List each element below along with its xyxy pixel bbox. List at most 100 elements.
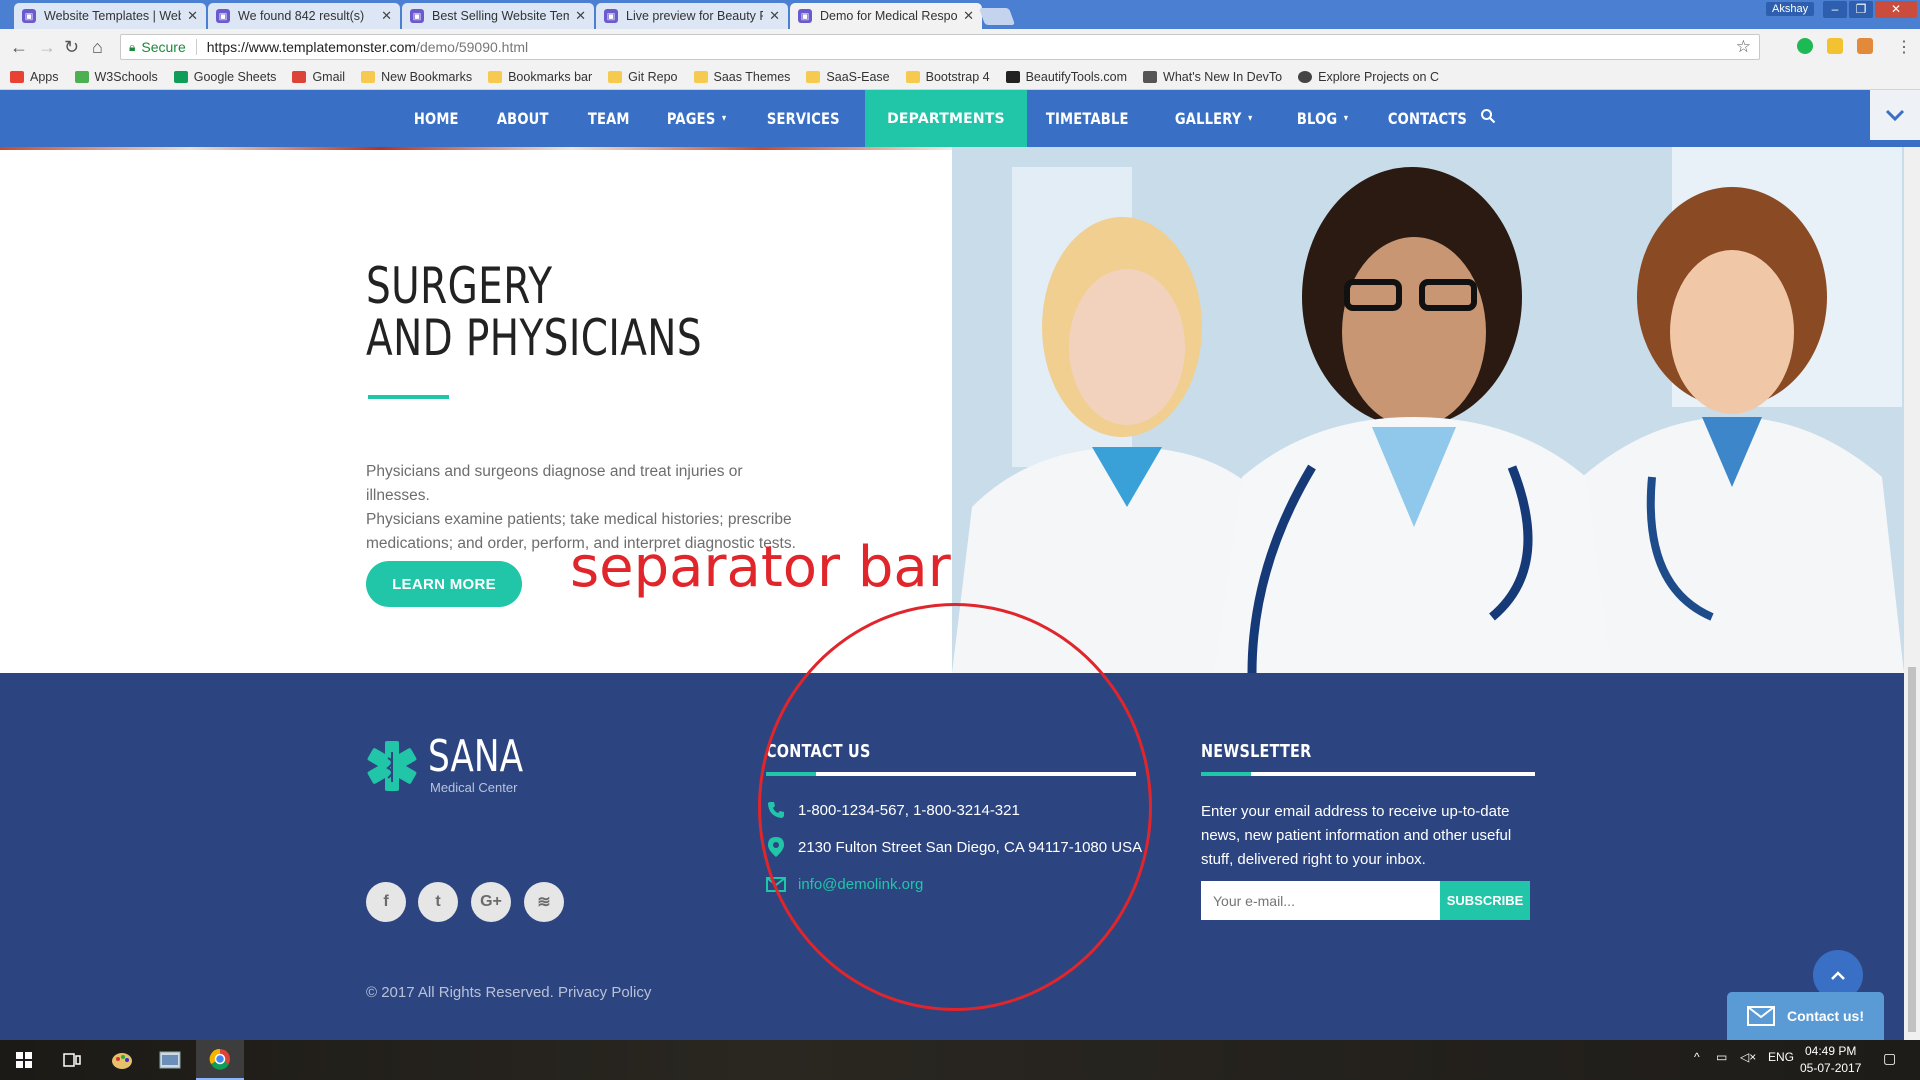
nav-blog[interactable]: BLOG ▾ — [1278, 90, 1367, 147]
bookmark-item[interactable]: Google Sheets — [173, 70, 276, 84]
forward-icon[interactable]: → — [38, 37, 56, 58]
close-tab-icon[interactable]: ✕ — [381, 8, 392, 24]
bookmark-item[interactable]: Explore Projects on C — [1298, 70, 1439, 84]
site-favicon-icon: ▣ — [22, 9, 36, 23]
close-tab-icon[interactable]: ✕ — [575, 8, 586, 24]
menu-kebab-icon[interactable]: ⋮ — [1896, 37, 1912, 57]
nav-pages[interactable]: PAGES ▾ — [648, 90, 745, 147]
nav-departments[interactable]: DEPARTMENTS — [865, 90, 1027, 147]
windows-taskbar — [0, 1040, 1920, 1080]
tab[interactable]: ▣ We found 842 result(s) ✕ — [208, 3, 400, 29]
bookmark-label: What's New In DevTo — [1163, 69, 1283, 84]
chevron-up-icon — [1831, 970, 1845, 980]
contact-us-widget[interactable]: Contact us! — [1727, 992, 1884, 1040]
nav-gallery[interactable]: GALLERY ▾ — [1156, 90, 1271, 147]
separator-bar — [368, 395, 449, 399]
tab[interactable]: ▣ Best Selling Website Tem ✕ — [402, 3, 594, 29]
close-tab-icon[interactable]: ✕ — [769, 8, 780, 24]
explorer-app-icon[interactable] — [146, 1040, 194, 1080]
bookmark-item[interactable]: New Bookmarks — [361, 70, 472, 84]
browser-tab-bar: ▣ Website Templates | Web ✕ ▣ We found 8… — [0, 0, 1920, 29]
search-icon[interactable] — [1480, 108, 1496, 129]
bookmark-item[interactable]: Bootstrap 4 — [905, 70, 990, 84]
divider — [195, 39, 197, 55]
nav-timetable[interactable]: TIMETABLE — [1027, 90, 1147, 147]
folder-icon — [905, 70, 920, 83]
newsletter-heading: NEWSLETTER — [1201, 741, 1312, 762]
paint-app-icon[interactable] — [98, 1040, 146, 1080]
profile-user[interactable]: Akshay — [1766, 2, 1815, 16]
tab[interactable]: ▣ Website Templates | Web ✕ — [14, 3, 206, 29]
nav-services[interactable]: SERVICES — [748, 90, 859, 147]
panel-toggle-chevron-icon[interactable] — [1870, 90, 1920, 140]
nav-label: TEAM — [587, 109, 630, 128]
bookmark-star-icon[interactable]: ☆ — [1736, 37, 1751, 57]
bookmark-item[interactable]: Bookmarks bar — [488, 70, 592, 84]
learn-more-button[interactable]: LEARN MORE — [366, 561, 522, 607]
reload-icon[interactable]: ↻ — [64, 37, 79, 58]
site-favicon-icon: ▣ — [604, 9, 618, 23]
tray-chevron-up-icon[interactable]: ^ — [1694, 1050, 1700, 1064]
home-icon[interactable]: ⌂ — [92, 37, 103, 58]
google-plus-icon[interactable]: G+ — [471, 882, 511, 922]
chrome-app-icon[interactable] — [196, 1040, 244, 1080]
rss-icon[interactable]: ≋ — [524, 882, 564, 922]
folder-icon — [361, 70, 376, 83]
subscribe-button[interactable]: SUBSCRIBE — [1440, 881, 1530, 920]
bookmark-label: Git Repo — [628, 69, 678, 84]
bookmark-item[interactable]: W3Schools — [74, 70, 158, 84]
logo-name[interactable]: SANA — [428, 734, 523, 780]
scroll-thumb[interactable] — [1908, 667, 1916, 1032]
back-icon[interactable]: ← — [10, 37, 28, 58]
close-window-icon[interactable]: ✕ — [1875, 1, 1917, 18]
restore-icon[interactable]: ❐ — [1849, 1, 1873, 18]
windows-start-icon[interactable] — [0, 1040, 48, 1080]
nav-contacts[interactable]: CONTACTS — [1369, 90, 1486, 147]
tab[interactable]: ▣ Live preview for Beauty F ✕ — [596, 3, 788, 29]
system-clock[interactable]: 04:49 PM 05-07-2017 — [1800, 1043, 1861, 1077]
nav-team[interactable]: TEAM — [569, 90, 649, 147]
site-navbar: HOME ABOUT TEAM PAGES ▾ SERVICES DEPARTME… — [0, 90, 1920, 147]
bookmark-item[interactable]: Git Repo — [608, 69, 678, 84]
page-scrollbar[interactable] — [1904, 147, 1920, 1040]
bookmark-item[interactable]: Apps — [10, 70, 59, 84]
url-path: /demo/59090.html — [416, 39, 529, 55]
volume-muted-icon[interactable]: ◁× — [1740, 1050, 1756, 1064]
bookmark-item[interactable]: What's New In DevTo — [1143, 70, 1282, 84]
extension-icon[interactable] — [1827, 38, 1843, 54]
bookmark-label: Apps — [30, 69, 59, 84]
gmail-icon — [292, 70, 307, 83]
nav-about[interactable]: ABOUT — [478, 90, 567, 147]
new-tab-button[interactable] — [978, 8, 1016, 25]
url-host: https://www.templatemonster.com — [206, 39, 417, 55]
bookmark-item[interactable]: Saas Themes — [693, 69, 791, 84]
nav-label: TIMETABLE — [1045, 109, 1129, 128]
bookmark-item[interactable]: BeautifyTools.com — [1005, 70, 1127, 84]
newsletter-email-input[interactable] — [1201, 881, 1441, 920]
copyright-text: © 2017 All Rights Reserved. Privacy Poli… — [366, 984, 652, 1001]
bookmark-favicon-icon — [1005, 70, 1020, 83]
twitter-icon[interactable]: t — [418, 882, 458, 922]
doctors-illustration — [952, 147, 1904, 673]
bookmark-label: Saas Themes — [713, 69, 791, 84]
close-tab-icon[interactable]: ✕ — [187, 8, 198, 24]
nav-label: HOME — [413, 109, 459, 128]
bookmark-item[interactable]: Gmail — [292, 70, 345, 84]
network-icon[interactable]: ▭ — [1716, 1050, 1727, 1064]
bookmark-favicon-icon — [173, 70, 188, 83]
separator-accent — [1201, 772, 1251, 776]
close-tab-icon[interactable]: ✕ — [963, 8, 974, 24]
notifications-icon[interactable]: ▢ — [1883, 1050, 1896, 1067]
bookmark-label: SaaS-Ease — [826, 69, 890, 84]
facebook-icon[interactable]: f — [366, 882, 406, 922]
bookmark-item[interactable]: SaaS-Ease — [806, 69, 890, 84]
task-view-icon[interactable] — [48, 1040, 96, 1080]
tab-active[interactable]: ▣ Demo for Medical Respo ✕ — [790, 3, 982, 29]
url-bar[interactable]: 🔒︎ Secure https://www.templatemonster.co… — [120, 34, 1760, 60]
nav-home[interactable]: HOME — [395, 90, 478, 147]
extension-icon[interactable] — [1797, 38, 1813, 54]
extension-icon[interactable] — [1857, 38, 1873, 54]
title-line: SURGERY — [366, 257, 553, 315]
input-language[interactable]: ENG — [1768, 1050, 1794, 1064]
minimize-icon[interactable]: – — [1823, 1, 1847, 18]
